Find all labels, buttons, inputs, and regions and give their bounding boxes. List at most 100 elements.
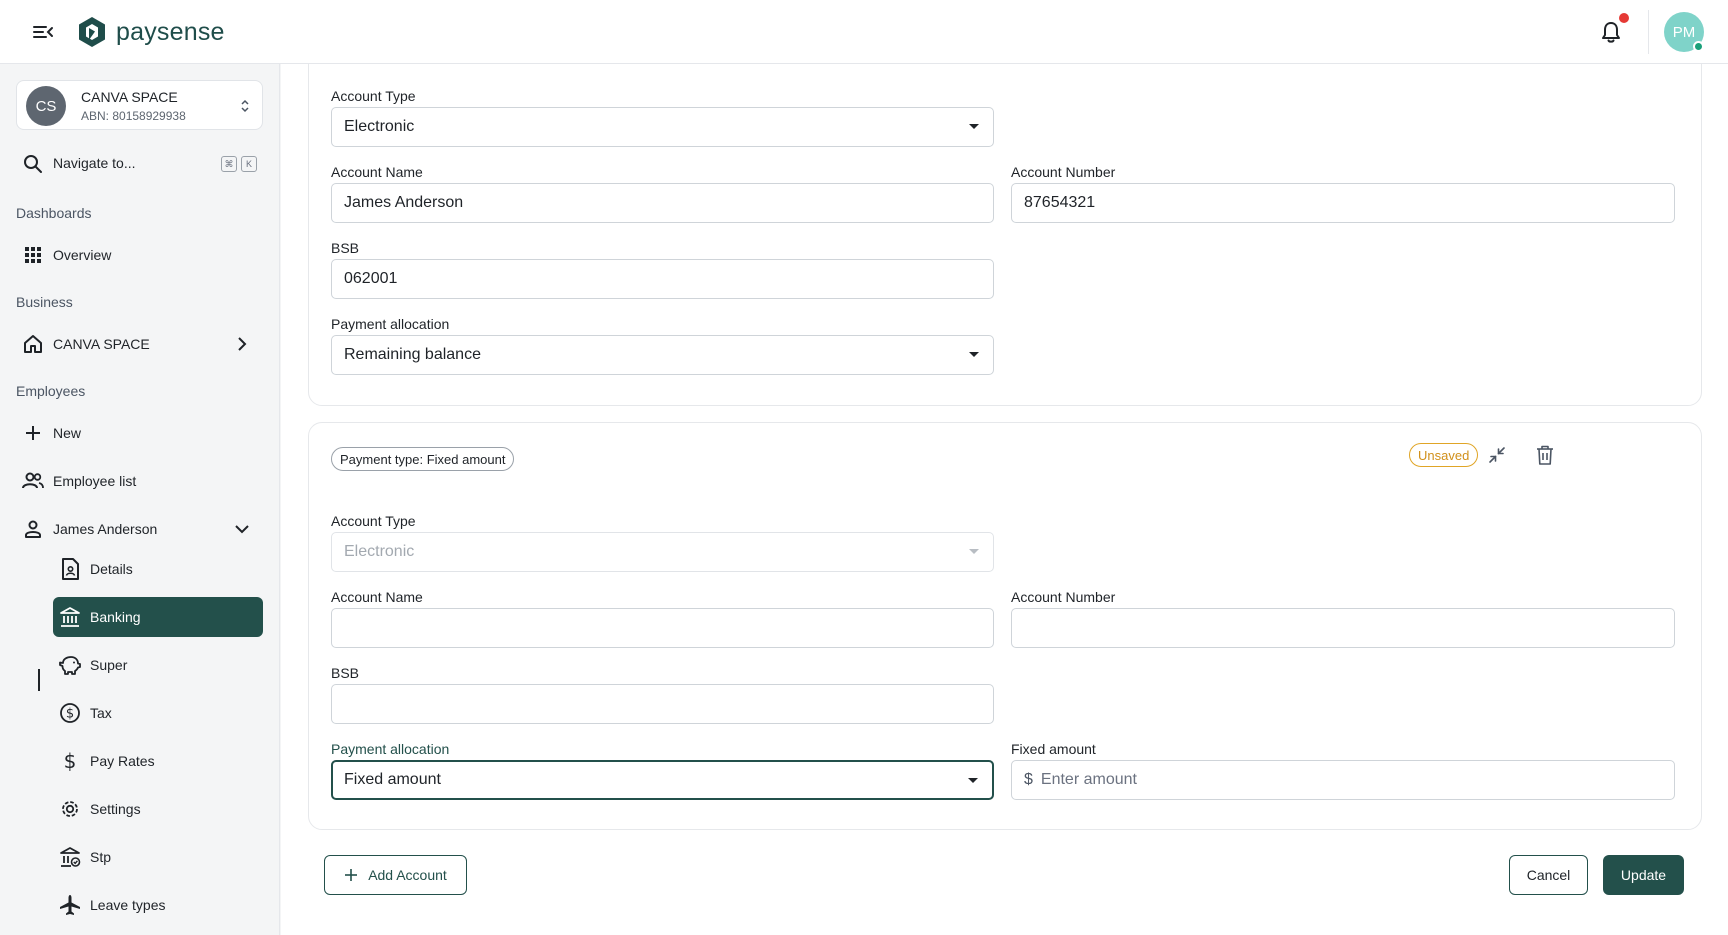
account-number-input[interactable]: 87654321 [1011, 183, 1675, 223]
document-icon [58, 557, 82, 581]
sidebar-subitem-leave-types[interactable]: Leave types [53, 885, 263, 925]
account-type-label: Account Type [331, 88, 416, 104]
people-icon [21, 469, 45, 493]
kbd-cmd: ⌘ [221, 156, 237, 172]
search-icon [21, 152, 45, 176]
cancel-button[interactable]: Cancel [1509, 855, 1588, 895]
organization-switcher[interactable]: CS CANVA SPACE ABN: 80158929938 [16, 80, 263, 130]
org-name: CANVA SPACE [81, 89, 178, 105]
sidebar-subitem-super[interactable]: Super [53, 645, 263, 685]
payment-allocation-value: Fixed amount [344, 771, 441, 788]
account-type-value: Electronic [344, 543, 415, 560]
dropdown-caret-icon [969, 124, 979, 129]
sidebar-item-label: Employee list [53, 473, 137, 489]
svg-text:$: $ [66, 707, 74, 722]
add-account-button[interactable]: Add Account [324, 855, 467, 895]
svg-text:$: $ [64, 750, 77, 772]
account-name-label: Account Name [331, 164, 423, 180]
sidebar-subitem-tax[interactable]: $ Tax [53, 693, 263, 733]
sidebar-subitem-settings[interactable]: Settings [53, 789, 263, 829]
cancel-label: Cancel [1526, 867, 1571, 883]
plus-icon [21, 421, 45, 445]
home-icon [21, 332, 45, 356]
sidebar-item-employee[interactable]: James Anderson [16, 511, 263, 547]
bsb-label: BSB [331, 240, 360, 256]
gear-icon [58, 797, 82, 821]
app-logo[interactable]: paysense [78, 15, 225, 49]
account-type-select-disabled: Electronic [331, 532, 994, 572]
chevron-down-icon [233, 520, 251, 538]
kbd-k: K [241, 156, 257, 172]
account-type-label: Account Type [331, 513, 416, 529]
bank-account-card-2: Payment type: Fixed amount Unsaved Accou… [308, 422, 1702, 830]
section-business: Business [16, 294, 73, 310]
account-name-input[interactable] [331, 608, 994, 648]
main-content: Account Type Electronic Account Name Jam… [281, 64, 1728, 935]
update-label: Update [1620, 867, 1667, 883]
sidebar-subitem-label: Pay Rates [90, 753, 155, 769]
sidebar-subitem-details[interactable]: Details [53, 549, 263, 589]
org-initials: CS [35, 97, 57, 115]
sidebar-subitem-label: Banking [90, 609, 141, 625]
navigate-search[interactable]: Navigate to... ⌘ K [16, 150, 263, 178]
dropdown-caret-icon [969, 549, 979, 554]
account-name-label: Account Name [331, 589, 423, 605]
bsb-input[interactable]: 062001 [331, 259, 994, 299]
active-indicator [38, 669, 40, 691]
plus-icon [345, 869, 358, 881]
sidebar: CS CANVA SPACE ABN: 80158929938 Navigate… [0, 64, 280, 935]
sidebar-subitem-pay-rates[interactable]: $ Pay Rates [53, 741, 263, 781]
airplane-icon [58, 893, 82, 917]
user-initials: PM [1672, 23, 1696, 41]
sidebar-subitem-label: Leave types [90, 897, 166, 913]
sidebar-item-new[interactable]: New [16, 415, 263, 451]
sidebar-item-label: New [53, 425, 82, 441]
top-header: paysense PM [0, 0, 1728, 64]
sidebar-item-business-org[interactable]: CANVA SPACE [16, 326, 263, 362]
person-icon [21, 517, 45, 541]
fixed-amount-input[interactable]: $ Enter amount [1011, 760, 1675, 800]
sidebar-subitem-label: Super [90, 657, 128, 673]
bank-icon [58, 605, 82, 629]
bank-account-card-1: Account Type Electronic Account Name Jam… [308, 64, 1702, 406]
account-type-value: Electronic [344, 118, 415, 135]
menu-collapse-icon[interactable] [30, 20, 56, 44]
notification-badge [1619, 13, 1629, 23]
unsaved-badge: Unsaved [1409, 443, 1479, 467]
update-button[interactable]: Update [1603, 855, 1684, 895]
account-number-value: 87654321 [1024, 194, 1096, 211]
account-number-input[interactable] [1011, 608, 1675, 648]
sidebar-item-label: James Anderson [53, 521, 158, 537]
bank-check-icon [58, 845, 82, 869]
org-avatar: CS [26, 86, 66, 126]
payment-type-chip: Payment type: Fixed amount [331, 447, 515, 471]
navigate-search-label: Navigate to... [53, 155, 136, 171]
payment-allocation-select[interactable]: Remaining balance [331, 335, 994, 375]
dropdown-caret-icon [968, 778, 978, 783]
org-abn: ABN: 80158929938 [81, 109, 186, 123]
logo-text: paysense [116, 17, 225, 46]
account-type-select[interactable]: Electronic [331, 107, 994, 147]
collapse-icon[interactable] [1485, 443, 1509, 467]
sidebar-item-label: Overview [53, 247, 112, 263]
account-name-input[interactable]: James Anderson [331, 183, 994, 223]
bsb-value: 062001 [344, 270, 398, 287]
sidebar-subitem-stp[interactable]: Stp [53, 837, 263, 877]
sidebar-subitem-label: Details [90, 561, 133, 577]
sidebar-item-overview[interactable]: Overview [16, 237, 263, 273]
account-name-value: James Anderson [344, 194, 464, 211]
fixed-amount-placeholder: Enter amount [1040, 771, 1137, 788]
bsb-input[interactable] [331, 684, 994, 724]
dollar-icon: $ [58, 749, 82, 773]
fixed-amount-label: Fixed amount [1011, 741, 1096, 757]
payment-allocation-label: Payment allocation [331, 741, 450, 757]
payment-allocation-label: Payment allocation [331, 316, 450, 332]
account-number-label: Account Number [1011, 589, 1116, 605]
sidebar-item-employee-list[interactable]: Employee list [16, 463, 263, 499]
account-number-label: Account Number [1011, 164, 1116, 180]
payment-allocation-select[interactable]: Fixed amount [331, 760, 994, 800]
trash-icon[interactable] [1533, 443, 1557, 467]
currency-prefix: $ [1024, 771, 1033, 788]
add-account-label: Add Account [368, 867, 447, 883]
sidebar-subitem-banking[interactable]: Banking [53, 597, 263, 637]
